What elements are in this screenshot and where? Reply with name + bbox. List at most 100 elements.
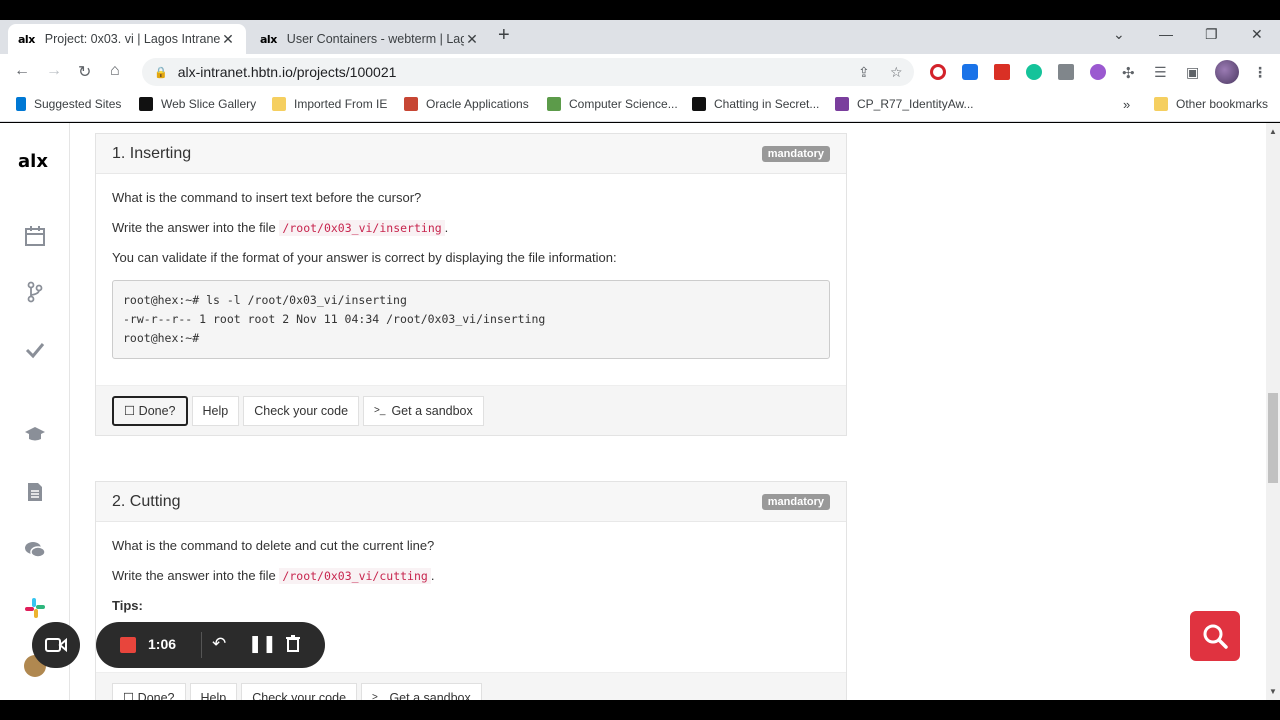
web-slice-icon: [139, 97, 153, 111]
terminal-icon: >_: [372, 692, 384, 700]
scroll-thumb[interactable]: [1268, 393, 1278, 483]
bookmark-imported-from-ie[interactable]: Imported From IE: [272, 97, 387, 111]
address-bar[interactable]: 🔒 alx-intranet.hbtn.io/projects/100021: [142, 58, 914, 86]
recorder-camera-button[interactable]: [32, 622, 80, 668]
task-write-instruction: Write the answer into the file /root/0x0…: [112, 568, 435, 584]
rc-icon: [547, 97, 561, 111]
task-header: 1. Inserting mandatory: [96, 134, 846, 174]
terminal-icon: >_: [374, 405, 386, 416]
help-button[interactable]: Help: [191, 395, 240, 426]
bookmark-computer-science[interactable]: Computer Science...: [547, 97, 678, 111]
new-tab-icon[interactable]: +: [498, 24, 510, 47]
task-title: 2. Cutting: [112, 492, 181, 510]
close-icon[interactable]: ✕: [220, 31, 236, 48]
mandatory-badge: mandatory: [761, 493, 830, 510]
tips-heading: Tips:: [112, 598, 143, 613]
task-question: What is the command to insert text befor…: [112, 190, 422, 205]
tab-search-chevron-icon[interactable]: ⌄: [1113, 26, 1125, 43]
search-fab-button[interactable]: [1190, 611, 1240, 661]
share-icon[interactable]: ⇪: [858, 64, 870, 81]
pause-icon[interactable]: ❚❚: [248, 634, 277, 654]
slack-icon[interactable]: [24, 597, 46, 619]
bookmark-other-bookmarks[interactable]: Other bookmarks: [1154, 97, 1268, 111]
page-scrollbar[interactable]: ▲ ▼: [1266, 123, 1280, 700]
check-your-code-button[interactable]: Check your code: [243, 395, 360, 426]
task-header: 2. Cutting mandatory: [96, 482, 846, 522]
alx-logo[interactable]: alx: [18, 151, 48, 172]
undo-icon[interactable]: ↶: [212, 634, 226, 654]
bing-icon: [16, 97, 26, 111]
back-icon[interactable]: ←: [14, 62, 30, 80]
graduation-cap-icon[interactable]: [24, 423, 46, 445]
done-button[interactable]: ☐ Done?: [112, 682, 186, 700]
chat-bubbles-icon[interactable]: [24, 539, 46, 561]
file-path: /root/0x03_vi/cutting: [279, 568, 431, 584]
restore-icon[interactable]: ❐: [1205, 26, 1218, 43]
task-question: What is the command to delete and cut th…: [112, 538, 435, 553]
cp-icon: [835, 97, 849, 111]
tab-strip: alx Project: 0x03. vi | Lagos Intranet ✕…: [0, 20, 1280, 54]
alx-favicon-icon: alx: [260, 32, 277, 46]
delete-trash-icon[interactable]: [285, 634, 301, 657]
extensions-puzzle-icon[interactable]: ✣: [1122, 64, 1135, 82]
get-a-sandbox-button[interactable]: >_ Get a sandbox: [361, 682, 482, 700]
code-line: root@hex:~# ls -l /root/0x03_vi/insertin…: [123, 293, 407, 307]
bookmark-web-slice-gallery[interactable]: Web Slice Gallery: [139, 97, 256, 111]
bookmark-oracle-applications[interactable]: Oracle Applications: [404, 97, 529, 111]
menu-kebab-icon[interactable]: ⋮: [1253, 64, 1267, 81]
checkmark-icon[interactable]: [24, 339, 46, 361]
task-validate-instruction: You can validate if the format of your a…: [112, 250, 617, 265]
bookmark-suggested-sites[interactable]: Suggested Sites: [16, 97, 121, 111]
close-icon[interactable]: ✕: [464, 31, 480, 48]
check-your-code-button[interactable]: Check your code: [241, 682, 358, 700]
video-camera-icon: [45, 637, 67, 653]
mandatory-badge: mandatory: [761, 145, 830, 162]
bookmarks-overflow-chevron[interactable]: »: [1123, 97, 1130, 112]
bookmark-star-icon[interactable]: ☆: [890, 64, 903, 81]
alx-favicon-icon: alx: [18, 32, 35, 46]
help-button[interactable]: Help: [189, 682, 238, 700]
home-icon[interactable]: ⌂: [110, 62, 120, 80]
task-actions: ☐ Done? Help Check your code >_ Get a sa…: [96, 672, 846, 700]
reading-list-icon[interactable]: ☰: [1154, 64, 1167, 81]
extension-pdf-icon[interactable]: [994, 64, 1010, 80]
tab-project-vi[interactable]: alx Project: 0x03. vi | Lagos Intranet ✕: [8, 24, 246, 54]
code-block: root@hex:~# ls -l /root/0x03_vi/insertin…: [112, 280, 830, 359]
get-a-sandbox-button[interactable]: >_ Get a sandbox: [363, 395, 484, 426]
page-content: alx 1. Inserting mandatory What is the c…: [0, 123, 1280, 700]
task-actions: ☐ Done? Help Check your code >_ Get a sa…: [96, 385, 846, 435]
minimize-icon[interactable]: —: [1159, 26, 1173, 42]
extension-camera-icon[interactable]: [962, 64, 978, 80]
side-panel-icon[interactable]: ▣: [1186, 64, 1199, 81]
folder-icon: [1154, 97, 1168, 111]
done-button[interactable]: ☐ Done?: [112, 395, 188, 426]
tab-user-containers[interactable]: alx User Containers - webterm | Lagos ✕: [250, 24, 490, 54]
scroll-up-arrow-icon[interactable]: ▲: [1269, 127, 1277, 136]
folder-icon: [272, 97, 286, 111]
bookmarks-bar: Suggested Sites Web Slice Gallery Import…: [0, 90, 1280, 122]
task-write-instruction: Write the answer into the file /root/0x0…: [112, 220, 449, 236]
profile-avatar[interactable]: [1215, 60, 1239, 84]
document-icon[interactable]: [24, 481, 46, 503]
forward-icon[interactable]: →: [46, 62, 62, 80]
bookmark-chatting-in-secret[interactable]: Chatting in Secret...: [692, 97, 819, 111]
extension-generic-icon[interactable]: [1058, 64, 1074, 80]
stop-recording-button[interactable]: [120, 637, 136, 653]
left-sidebar: alx: [0, 123, 70, 700]
extension-grammarly-icon[interactable]: [1026, 64, 1042, 80]
search-icon: [1203, 624, 1228, 649]
code-line: root@hex:~#: [123, 331, 200, 345]
code-line: -rw-r--r-- 1 root root 2 Nov 11 04:34 /r…: [123, 312, 546, 326]
scroll-down-arrow-icon[interactable]: ▼: [1269, 687, 1277, 696]
calendar-icon[interactable]: [24, 225, 46, 247]
reload-icon[interactable]: ↻: [78, 62, 91, 82]
extension-record-icon[interactable]: [930, 64, 946, 80]
extension-gear-icon[interactable]: [1090, 64, 1106, 80]
bookmark-cp-r77[interactable]: CP_R77_IdentityAw...: [835, 97, 974, 111]
git-branch-icon[interactable]: [24, 281, 46, 303]
chat-site-icon: [692, 97, 706, 111]
oracle-icon: [404, 97, 418, 111]
task-title: 1. Inserting: [112, 144, 192, 162]
lock-icon[interactable]: 🔒: [154, 66, 168, 79]
window-close-icon[interactable]: ✕: [1251, 26, 1263, 43]
